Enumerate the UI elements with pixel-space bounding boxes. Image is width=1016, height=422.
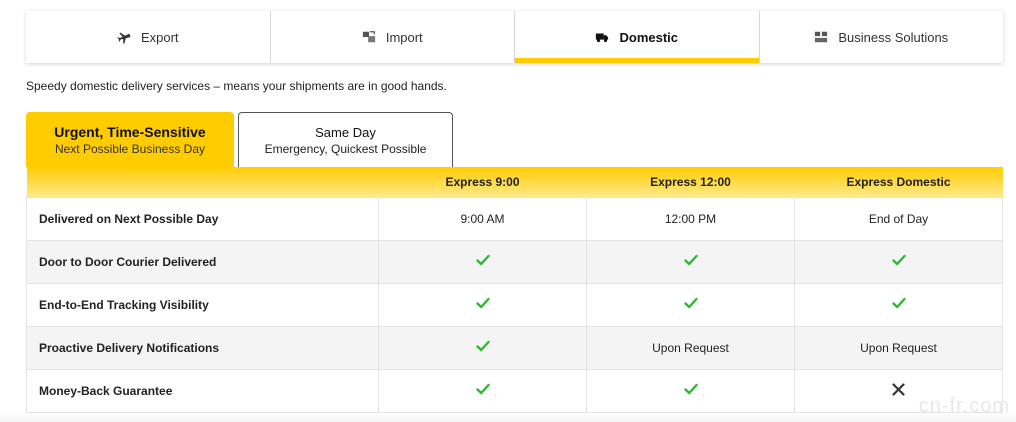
check-icon: [378, 239, 587, 284]
service-tab-urgent[interactable]: Urgent, Time-Sensitive Next Possible Bus…: [26, 112, 234, 167]
table-header-blank: [26, 167, 379, 197]
tab-domestic-label: Domestic: [619, 29, 679, 45]
table-header-express-1200: Express 12:00: [586, 167, 795, 197]
check-icon: [794, 282, 1003, 327]
service-tab-same-day-title: Same Day: [315, 124, 376, 140]
table-header-row: Express 9:00 Express 12:00 Express Domes…: [26, 167, 1003, 197]
tab-business-solutions-label: Business Solutions: [838, 29, 949, 45]
import-icon: [362, 30, 376, 44]
cell-value: End of Day: [794, 196, 1003, 241]
tab-export-label: Export: [140, 29, 179, 45]
service-tab-same-day-subtitle: Emergency, Quickest Possible: [264, 141, 427, 156]
service-tab-same-day[interactable]: Same Day Emergency, Quickest Possible: [238, 112, 453, 167]
tab-import[interactable]: Import: [271, 11, 515, 63]
check-icon: [794, 239, 1003, 284]
check-icon: [378, 325, 587, 370]
cell-value: Upon Request: [586, 325, 795, 370]
airplane-icon: [117, 30, 131, 44]
check-icon: [378, 368, 587, 413]
comparison-table: Express 9:00 Express 12:00 Express Domes…: [26, 167, 1003, 413]
table-row: Door to Door Courier Delivered: [26, 239, 1003, 284]
service-tab-urgent-title: Urgent, Time-Sensitive: [54, 123, 206, 140]
business-icon: [814, 30, 828, 44]
cell-value: 9:00 AM: [378, 196, 587, 241]
table-row: Delivered on Next Possible Day 9:00 AM 12:…: [26, 196, 1003, 241]
check-icon: [586, 239, 795, 284]
row-label: Delivered on Next Possible Day: [26, 196, 379, 241]
table-header-express-domestic: Express Domestic: [794, 167, 1003, 197]
check-icon: [378, 282, 587, 327]
check-icon: [586, 368, 795, 413]
table-row: End-to-End Tracking Visibility: [26, 282, 1003, 327]
tab-import-label: Import: [385, 29, 423, 45]
intro-text: Speedy domestic delivery services – mean…: [26, 79, 447, 93]
tab-domestic[interactable]: Domestic: [515, 11, 760, 63]
cell-value: Upon Request: [794, 325, 1003, 370]
check-icon: [586, 282, 795, 327]
row-label: End-to-End Tracking Visibility: [26, 282, 379, 327]
tab-export[interactable]: Export: [26, 11, 271, 63]
service-tabbar: Export Import Domestic Business Solution…: [26, 11, 1003, 63]
row-label: Door to Door Courier Delivered: [26, 239, 379, 284]
truck-icon: [595, 30, 609, 44]
cell-value: 12:00 PM: [586, 196, 795, 241]
table-row: Money-Back Guarantee: [26, 368, 1003, 413]
tab-business-solutions[interactable]: Business Solutions: [760, 11, 1004, 63]
service-tab-urgent-subtitle: Next Possible Business Day: [54, 141, 206, 156]
table-row: Proactive Delivery Notifications Upon Req…: [26, 325, 1003, 370]
row-label: Proactive Delivery Notifications: [26, 325, 379, 370]
row-label: Money-Back Guarantee: [26, 368, 379, 413]
bottom-fade: [0, 412, 1016, 422]
table-header-express-900: Express 9:00: [378, 167, 587, 197]
